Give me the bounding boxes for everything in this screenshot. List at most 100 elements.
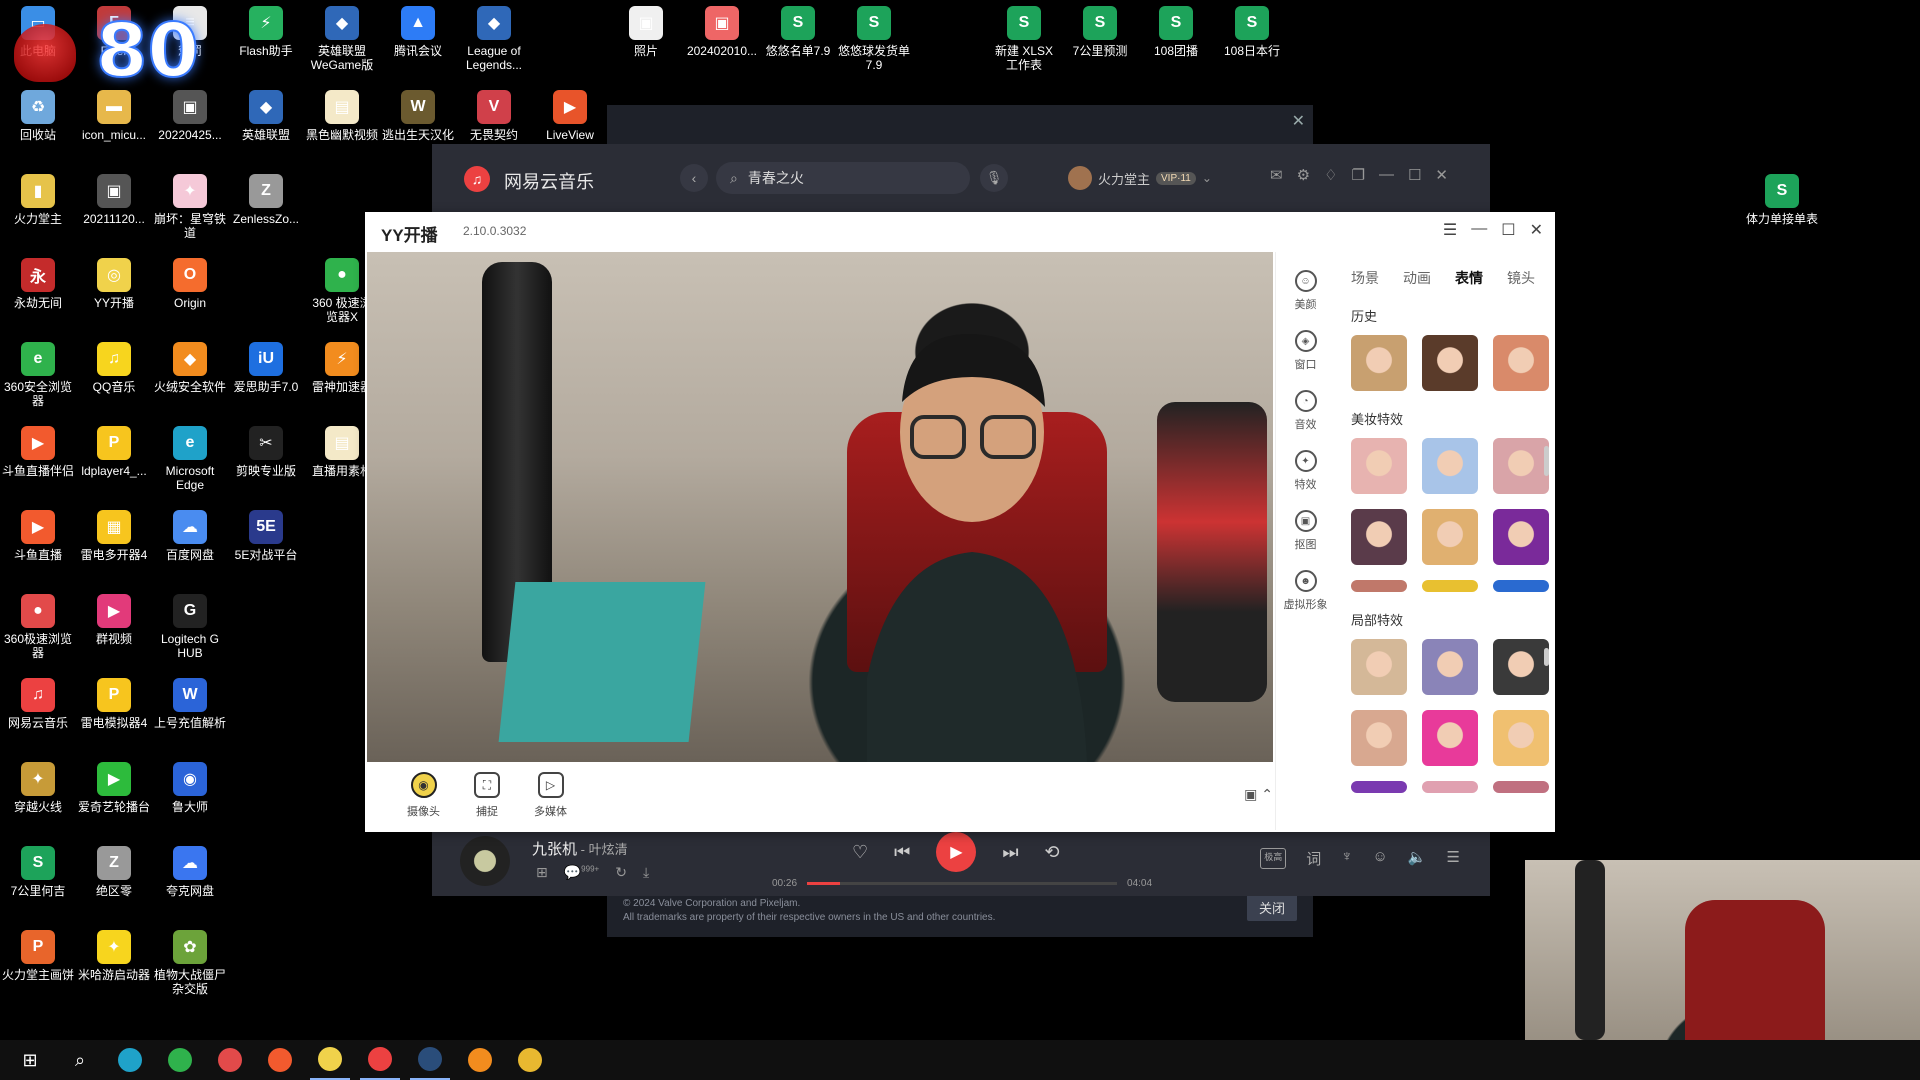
chrome-icon[interactable] [510, 1040, 550, 1080]
desktop-icon[interactable]: ◉ 鲁大师 [152, 762, 228, 814]
sidenav-item[interactable]: ◈ 窗口 [1276, 330, 1335, 372]
desktop-icon[interactable]: ▤ 黑色幽默视频 [304, 90, 380, 142]
maximize-icon[interactable]: ☐ [1501, 220, 1515, 240]
tab[interactable]: 动画 [1403, 268, 1431, 288]
back-button[interactable]: ‹ [680, 164, 708, 192]
desktop-icon[interactable]: P 火力堂主画饼 [0, 930, 76, 982]
desktop-icon[interactable]: ✦ 穿越火线 [0, 762, 76, 814]
desktop-icon[interactable]: P 雷电模拟器4 [76, 678, 152, 730]
desktop-icon[interactable]: ◆ League of Legends... [456, 6, 532, 72]
toolbar-camera[interactable]: ◉ 摄像头 [407, 764, 440, 819]
netease-music-icon[interactable] [360, 1040, 400, 1080]
steam-icon[interactable] [410, 1040, 450, 1080]
desktop-icon[interactable]: ☁ 夸克网盘 [152, 846, 228, 898]
chevron-down-icon[interactable]: ⌄ [1202, 171, 1212, 185]
user-menu[interactable]: 火力堂主 VIP·11 ⌄ [1068, 166, 1212, 190]
desktop-icon[interactable]: ▶ LiveView [532, 90, 608, 142]
desktop-icon[interactable]: ✿ 植物大战僵尸 杂交版 [152, 930, 228, 996]
effect-thumbnail[interactable] [1493, 639, 1549, 695]
effect-thumbnail[interactable] [1422, 509, 1478, 565]
desktop-icon[interactable]: ▦ 雷电多开器4 [76, 510, 152, 562]
effect-thumbnail[interactable] [1351, 509, 1407, 565]
desktop-icon[interactable]: ▶ 群视频 [76, 594, 152, 646]
download-icon[interactable]: ⤓ [643, 864, 649, 881]
desktop-icon[interactable]: V 无畏契约 [456, 90, 532, 142]
toolbar-media-play[interactable]: ▷ 多媒体 [534, 764, 567, 819]
effect-thumbnail[interactable] [1351, 438, 1407, 494]
settings-icon[interactable]: ⚙ [1297, 166, 1310, 184]
desktop-icon[interactable]: S 悠悠名单7.9 [760, 6, 836, 58]
search-input[interactable]: ⌕ 青春之火 [716, 162, 970, 194]
lyrics-icon[interactable]: 词 [1306, 848, 1321, 869]
quality-badge[interactable]: 极高 [1260, 848, 1287, 869]
album-cover[interactable] [460, 836, 510, 886]
desktop-icon[interactable]: ▣ 202402010... [684, 6, 760, 58]
desktop-icon[interactable]: 永永劫无间 [0, 258, 76, 310]
effect-thumbnail[interactable] [1493, 438, 1549, 494]
sidenav-item[interactable]: ☻ 虚拟形象 [1276, 570, 1335, 612]
douyu-icon[interactable] [260, 1040, 300, 1080]
next-icon[interactable]: ⏭ [1002, 842, 1018, 863]
desktop-icon[interactable]: ◆ 火绒安全软件 [152, 342, 228, 394]
desktop-icon[interactable]: ▣ 照片 [608, 6, 684, 58]
repeat-icon[interactable]: ⟲ [1045, 842, 1060, 863]
desktop-icon[interactable]: O Origin [152, 258, 228, 310]
close-icon[interactable]: ✕ [1292, 111, 1305, 131]
effect-thumbnail[interactable] [1422, 580, 1478, 592]
effect-thumbnail[interactable] [1351, 580, 1407, 592]
sound-effect-icon[interactable]: ♆ [1341, 848, 1352, 869]
desktop-icon[interactable]: e Microsoft Edge [152, 426, 228, 492]
add-to-playlist-icon[interactable]: ⊞ [536, 864, 548, 881]
desktop-icon[interactable]: ✂ 剪映专业版 [228, 426, 304, 478]
camera-preview[interactable] [367, 252, 1273, 762]
effect-thumbnail[interactable] [1493, 781, 1549, 793]
desktop-icon[interactable]: iU 爱思助手7.0 [228, 342, 304, 394]
desktop-icon[interactable]: ▲ 腾讯会议 [380, 6, 456, 58]
desktop-icon[interactable]: ▣ 20211120... [76, 174, 152, 226]
windows-start-icon[interactable]: ⊞ [10, 1040, 50, 1080]
desktop-icon[interactable]: ◆ 英雄联盟 [228, 90, 304, 142]
effect-thumbnail[interactable] [1422, 710, 1478, 766]
mini-mode-icon[interactable]: ❐ [1352, 166, 1365, 184]
avatar[interactable] [1068, 166, 1092, 190]
desktop-icon[interactable]: S 体力单接单表 [1744, 174, 1820, 226]
desktop-icon[interactable]: S 108团播 [1138, 6, 1214, 58]
previous-icon[interactable]: ⏮ [894, 842, 910, 863]
listen-together-icon[interactable]: ☺ [1373, 848, 1388, 869]
close-icon[interactable]: ✕ [1530, 220, 1543, 240]
desktop-icon[interactable]: Pldplayer4_... [76, 426, 152, 478]
maximize-icon[interactable]: ☐ [1408, 166, 1421, 184]
effect-thumbnail[interactable] [1422, 639, 1478, 695]
desktop-icon[interactable]: ◎ YY开播 [76, 258, 152, 310]
sidenav-item[interactable]: ▣ 抠图 [1276, 510, 1335, 552]
desktop-icon[interactable]: S 108日本行 [1214, 6, 1290, 58]
effect-thumbnail[interactable] [1351, 781, 1407, 793]
progress-slider[interactable] [807, 882, 1118, 885]
sidenav-item[interactable]: ◔ 音效 [1276, 390, 1335, 432]
toolbar-capture[interactable]: ⛶ 捕捉 [474, 764, 500, 819]
effect-thumbnail[interactable] [1493, 335, 1549, 391]
desktop-icon[interactable]: S 7公里预测 [1062, 6, 1138, 58]
desktop-icon[interactable]: ● 360极速浏览 器 [0, 594, 76, 660]
share-icon[interactable]: ↻ [615, 864, 627, 881]
desktop-icon[interactable]: W 上号充值解析 [152, 678, 228, 730]
sidenav-item[interactable]: ✦ 特效 [1276, 450, 1335, 492]
desktop-icon[interactable]: 5E 5E对战平台 [228, 510, 304, 562]
desktop-icon[interactable]: ♫ QQ音乐 [76, 342, 152, 394]
voice-search-button[interactable]: 🎙 [980, 164, 1008, 192]
desktop-icon[interactable]: S 7公里何吉 [0, 846, 76, 898]
desktop-icon[interactable]: ▶ 斗鱼直播 [0, 510, 76, 562]
effect-thumbnail[interactable] [1493, 509, 1549, 565]
effect-thumbnail[interactable] [1422, 781, 1478, 793]
desktop-icon[interactable]: ✦ 崩坏：星穹铁 道 [152, 174, 228, 240]
effect-thumbnail[interactable] [1351, 710, 1407, 766]
skin-icon[interactable]: ♢ [1324, 166, 1337, 184]
desktop-icon[interactable]: G Logitech G HUB [152, 594, 228, 660]
desktop-icon[interactable]: S 新建 XLSX 工作表 [986, 6, 1062, 72]
volume-icon[interactable]: 🔈 [1408, 848, 1427, 869]
close-button[interactable]: 关闭 [1246, 894, 1297, 921]
tab[interactable]: 镜头 [1507, 268, 1535, 288]
minimize-icon[interactable]: — [1379, 166, 1394, 184]
desktop-icon[interactable]: ✦ 米哈游启动器 [76, 930, 152, 982]
desktop-icon[interactable]: ◆ 英雄联盟 WeGame版 [304, 6, 380, 72]
